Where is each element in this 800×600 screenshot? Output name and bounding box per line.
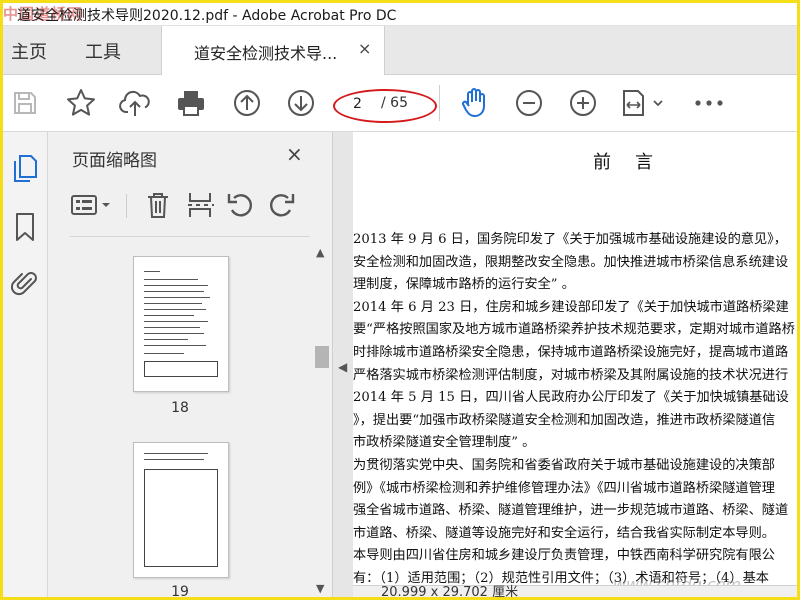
cloud-upload-icon[interactable]	[119, 87, 151, 119]
attachment-icon[interactable]	[10, 268, 39, 296]
close-tab-button[interactable]: ×	[358, 39, 371, 58]
document-line: 》，提出要“加强市政桥梁隧道安全检测和加固改造，推进市政桥梁隧道信	[353, 412, 776, 428]
panel-toolbar-separator	[126, 194, 127, 218]
document-tab-label: 道安全检测技术导...	[194, 44, 338, 63]
total-pages: / 65	[381, 95, 408, 111]
document-line: 为贯彻落实党中央、国务院和省委省政府关于城市基础设施建设的决策部	[353, 458, 775, 473]
document-line: 2014 年 6 月 23 日，住房和城乡建设部印发了《关于加快城市道路桥梁建	[353, 299, 789, 315]
page-down-icon[interactable]	[285, 87, 317, 119]
rotate-counterclockwise-icon[interactable]	[226, 190, 256, 220]
panel-title: 页面缩略图	[72, 151, 157, 171]
page-thumbnail-19[interactable]	[133, 442, 229, 578]
acrobat-window: 中国道桥网 道安全检测技术导则2020.12.pdf - Adobe Acrob…	[0, 0, 800, 600]
page-thumbnails-icon[interactable]	[11, 154, 39, 182]
document-heading: 前言	[593, 152, 677, 173]
toolbar: / 65	[3, 75, 797, 132]
current-page-input[interactable]	[351, 93, 375, 115]
document-line: 本导则由四川省住房和城乡建设厅负责管理，中铁西南科学研究院有限公	[353, 548, 775, 564]
collapse-arrow-icon: ◀	[338, 360, 348, 374]
extract-pages-icon[interactable]	[186, 190, 216, 220]
document-line: 2014 年 5 月 15 日，四川省人民政府办公厅印发了《关于加快城镇基础设	[353, 390, 789, 406]
window-title: 道安全检测技术导则2020.12.pdf - Adobe Acrobat Pro…	[17, 8, 397, 24]
status-bar: 20.999 x 29.702 厘米	[353, 585, 797, 597]
thumbnail-label: 19	[171, 584, 189, 597]
rotate-clockwise-icon[interactable]	[266, 190, 296, 220]
hand-icon[interactable]	[459, 87, 491, 119]
save-icon[interactable]	[9, 87, 41, 119]
title-bar: 中国道桥网 道安全检测技术导则2020.12.pdf - Adobe Acrob…	[3, 3, 797, 26]
thumbnail-list: 18 19	[48, 238, 312, 597]
document-line: 强全省城市道路、桥梁、隧道管理维护，进一步规范城市道路、桥梁、隧道	[353, 503, 789, 519]
page-thumbnail-18[interactable]	[133, 256, 229, 392]
document-line: 严格落实城市桥梁检测评估制度，对城市桥梁及其附属设施的技术状况进行	[353, 367, 789, 383]
document-view[interactable]: 前言 2013 年 9 月 6 日，国务院印发了《关于加强城市基础设施建设的意见…	[353, 132, 797, 597]
tab-tools[interactable]: 工具	[85, 38, 121, 64]
tab-document[interactable]: 道安全检测技术导... ×	[161, 26, 385, 75]
left-icon-strip	[3, 132, 48, 597]
panel-toolbar	[70, 188, 310, 224]
page-size-readout: 20.999 x 29.702 厘米	[381, 585, 519, 600]
document-line: 要“严格按照国家及地方城市道路桥梁养护技术规范要求，定期对城市道路桥	[353, 322, 795, 338]
document-line: 例》《城市桥梁检测和养护维修管理办法》《四川省城市道路桥梁隧道管理	[353, 480, 775, 496]
page-up-icon[interactable]	[231, 87, 263, 119]
fit-page-icon[interactable]	[619, 87, 669, 119]
bookmark-icon[interactable]	[11, 212, 39, 241]
tab-home[interactable]: 主页	[11, 38, 47, 64]
thumbnail-label: 18	[171, 400, 189, 416]
page-navigator: / 65	[343, 91, 429, 115]
document-line: 时排除城市道路桥梁安全隐患，保持城市道路桥梁设施完好，提高城市道路	[353, 345, 789, 360]
scroll-up-icon[interactable]: ▲	[316, 246, 324, 259]
zoom-out-icon[interactable]	[513, 87, 545, 119]
document-line: 市政桥梁隧道安全管理制度” 。	[353, 435, 536, 451]
thumbnail-options-icon[interactable]	[70, 190, 116, 220]
print-icon[interactable]	[175, 87, 207, 119]
panel-divider	[70, 236, 310, 237]
document-line: 市道路、桥梁、隧道等设施完好和安全运行，结合我省实际制定本导则。	[353, 525, 775, 541]
document-line: 2013 年 9 月 6 日，国务院印发了《关于加强城市基础设施建设的意见》，	[353, 232, 787, 247]
zoom-in-icon[interactable]	[567, 87, 599, 119]
delete-icon[interactable]	[144, 190, 174, 220]
scrollbar-thumb[interactable]	[315, 346, 329, 368]
tab-row: 主页 工具 道安全检测技术导... ×	[3, 26, 797, 75]
more-icon[interactable]	[693, 87, 725, 119]
panel-collapse-handle[interactable]: ◀	[333, 132, 353, 597]
document-line: 理制度，保障城市路桥的运行安全” 。	[353, 277, 575, 293]
star-icon[interactable]	[65, 87, 97, 119]
toolbar-separator	[439, 85, 440, 121]
thumbnail-panel: 页面缩略图 × 18 19 ▲ ▼	[48, 132, 333, 597]
scroll-down-icon[interactable]: ▼	[316, 582, 324, 595]
close-panel-button[interactable]: ×	[286, 142, 303, 166]
document-line: 安全检测和加固改造，限期整改安全隐患。加快推进城市桥梁信息系统建设	[353, 254, 789, 270]
thumbnail-scrollbar[interactable]: ▲ ▼	[312, 238, 332, 597]
